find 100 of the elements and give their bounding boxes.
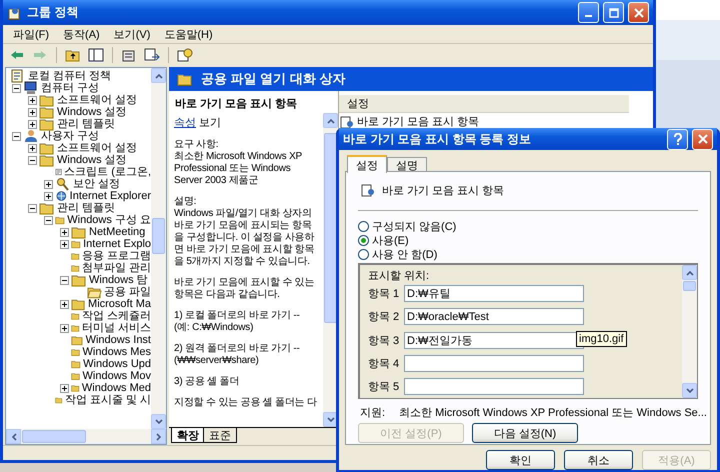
plus-icon xyxy=(46,182,51,186)
tree-item[interactable]: 작업 표시줄 및 시 xyxy=(64,394,151,406)
scroll-down-button[interactable] xyxy=(151,414,166,429)
tree-item[interactable]: 관리 템플릿 xyxy=(57,202,116,214)
menu-item[interactable]: 보기(V) xyxy=(108,26,156,42)
scroll-down-button[interactable] xyxy=(682,383,697,398)
scroll-thumb[interactable] xyxy=(683,281,696,291)
tree-item[interactable]: 작업 스케쥴러 xyxy=(82,310,151,322)
radio-label[interactable]: 사용(E) xyxy=(372,232,409,248)
expand-toggle[interactable] xyxy=(44,180,53,188)
plus-icon xyxy=(46,194,51,198)
tree-item[interactable]: Microsoft Ma xyxy=(88,298,151,310)
menu-item[interactable]: 파일(F) xyxy=(7,26,56,42)
tree-item[interactable]: 소프트웨어 설정 xyxy=(57,142,138,154)
tree-item[interactable]: Internet Explo xyxy=(83,238,151,250)
section-title: 공용 파일 열기 대화 상자 xyxy=(201,70,346,88)
collapse-toggle[interactable] xyxy=(12,84,21,92)
scroll-thumb[interactable] xyxy=(22,430,86,443)
column-header[interactable]: 설정 xyxy=(339,95,629,113)
help-button[interactable] xyxy=(667,128,688,150)
tree-item[interactable]: Windows 설정 xyxy=(57,106,127,118)
scroll-thumb[interactable] xyxy=(324,133,337,323)
dialog-button[interactable]: 취소 xyxy=(564,450,633,470)
tree-item[interactable]: Windows Med xyxy=(82,382,151,394)
expand-toggle[interactable] xyxy=(60,300,69,308)
tree-item[interactable]: NetMeeting xyxy=(89,226,146,238)
menu-item[interactable]: 동작(A) xyxy=(57,26,106,42)
maximize-button[interactable] xyxy=(603,2,624,23)
dialog-tab[interactable]: 설정 xyxy=(347,155,387,173)
horizontal-scrollbar[interactable] xyxy=(6,429,166,444)
tree-item[interactable]: 터미널 서비스 xyxy=(82,322,151,334)
radio-button[interactable] xyxy=(358,248,369,260)
collapse-toggle[interactable] xyxy=(44,216,53,224)
setting-item[interactable]: 바로 가기 모음 표시 항목 xyxy=(357,114,480,129)
radio-label[interactable]: 구성되지 않음(C) xyxy=(372,218,456,234)
radio-button[interactable] xyxy=(358,220,369,232)
input-field[interactable]: D:₩oracle₩Test xyxy=(404,308,584,326)
view-tab[interactable]: 확장 xyxy=(171,428,205,443)
collapse-toggle[interactable] xyxy=(12,132,21,140)
support-label: 지원: xyxy=(360,406,386,421)
scroll-left-button[interactable] xyxy=(6,429,21,444)
scroll-right-button[interactable] xyxy=(151,429,166,444)
tree-item[interactable]: 관리 템플릿 xyxy=(57,118,116,130)
input-field[interactable] xyxy=(404,378,584,395)
menu-item[interactable]: 도움말(H) xyxy=(158,26,219,42)
expand-toggle[interactable] xyxy=(44,192,53,200)
dialog-title: 바로 가기 모음 표시 항목 등록 정보 xyxy=(343,130,532,148)
input-field[interactable] xyxy=(404,354,584,372)
expand-toggle[interactable] xyxy=(60,228,69,236)
expand-toggle[interactable] xyxy=(28,144,37,152)
expand-toggle[interactable] xyxy=(60,324,69,332)
radio-label[interactable]: 사용 안 함(D) xyxy=(372,246,438,262)
scroll-thumb[interactable] xyxy=(152,218,165,254)
tree-item[interactable]: 스크립트 (로그온, xyxy=(64,166,151,178)
vertical-scrollbar[interactable] xyxy=(151,68,166,429)
dialog-button[interactable]: 확인 xyxy=(486,450,555,470)
minimize-button[interactable] xyxy=(578,2,599,23)
expand-toggle[interactable] xyxy=(28,96,37,104)
close-button[interactable] xyxy=(628,2,649,23)
tree-item[interactable]: 로컬 컴퓨터 정책 xyxy=(28,70,112,82)
tree-item[interactable]: Internet Explorer xyxy=(70,190,151,202)
tree-item[interactable]: 공용 파일 xyxy=(104,286,151,298)
collapse-toggle[interactable] xyxy=(60,276,69,284)
help-button[interactable] xyxy=(175,46,195,64)
view-tab[interactable]: 표준 xyxy=(203,428,237,443)
export-button[interactable] xyxy=(142,46,162,64)
field-label: 항목 2 xyxy=(368,310,400,324)
tree-item[interactable]: 컴퓨터 구성 xyxy=(41,82,100,94)
expand-toggle[interactable] xyxy=(60,240,69,248)
collapse-toggle[interactable] xyxy=(28,156,37,164)
properties-link[interactable]: 속성 xyxy=(174,115,196,130)
scroll-up-button[interactable] xyxy=(323,113,338,128)
close-button[interactable] xyxy=(692,128,713,150)
scroll-up-button[interactable] xyxy=(682,265,697,280)
tree-item[interactable]: Windows Mes xyxy=(82,346,151,358)
radio-button[interactable] xyxy=(358,234,369,246)
expand-toggle[interactable] xyxy=(60,384,69,392)
tree-item[interactable]: 보안 설정 xyxy=(73,178,120,190)
tree-item[interactable]: Windows Mov xyxy=(82,370,151,382)
collapse-toggle[interactable] xyxy=(28,204,37,212)
tree-item[interactable]: 소프트웨어 설정 xyxy=(57,94,138,106)
plus-icon xyxy=(62,326,67,330)
field-label: 항목 5 xyxy=(368,380,400,394)
tree-item[interactable]: 첨부파일 관리 xyxy=(82,262,151,274)
tree-item[interactable]: Windows Inst xyxy=(86,334,151,346)
vertical-scrollbar[interactable] xyxy=(682,265,697,398)
tree-item[interactable]: 응용 프로그램 xyxy=(82,250,151,262)
tree-item[interactable]: 사용자 구성 xyxy=(41,130,100,142)
open-folder-icon xyxy=(87,285,102,299)
tree-item[interactable]: Windows 설정 xyxy=(57,154,127,166)
tree-button[interactable] xyxy=(86,46,106,64)
input-field[interactable]: D:₩유틸 xyxy=(404,285,584,302)
nav-button[interactable]: 다음 설정(N) xyxy=(472,423,578,443)
tree-item[interactable]: Windows Upd xyxy=(83,358,151,370)
expand-toggle[interactable] xyxy=(28,108,37,116)
expand-toggle[interactable] xyxy=(28,120,37,128)
tree-item[interactable]: Windows 구성 요 xyxy=(67,214,151,226)
tree-item[interactable]: Windows 탐 xyxy=(89,274,148,286)
scroll-up-button[interactable] xyxy=(151,68,166,83)
close-icon xyxy=(634,8,644,18)
